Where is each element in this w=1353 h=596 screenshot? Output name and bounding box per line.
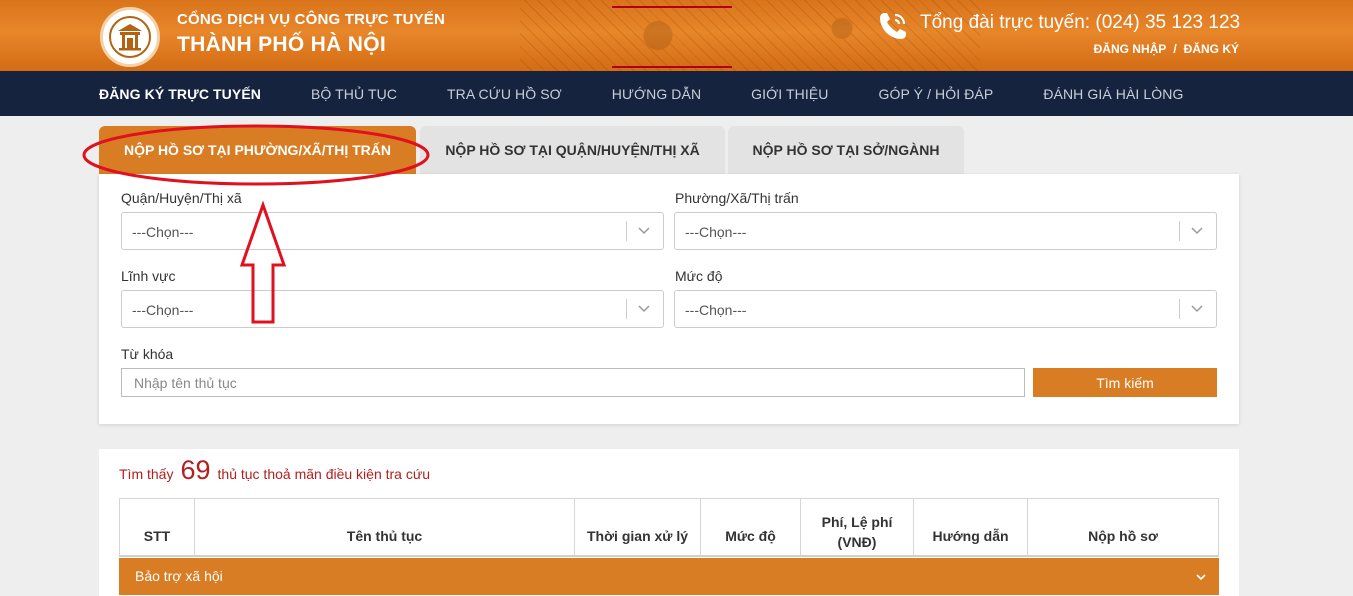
level-label: Mức độ <box>675 268 723 284</box>
chevron-down-icon <box>638 227 650 235</box>
nav-item-about[interactable]: GIỚI THIỆU <box>751 86 828 102</box>
select-divider <box>1179 221 1180 241</box>
nav-item-feedback[interactable]: GÓP Ý / HỎI ĐÁP <box>878 86 993 102</box>
select-divider <box>626 221 627 241</box>
chevron-down-icon <box>1191 305 1203 313</box>
tab-ward-submission[interactable]: NỘP HỒ SƠ TẠI PHƯỜNG/XÃ/THỊ TRẤN <box>99 126 416 174</box>
table-header: STT Tên thủ tục Thời gian xử lý Mức độ P… <box>119 498 1219 557</box>
col-header-processing-time: Thời gian xử lý <box>575 499 701 556</box>
results-section: Tìm thấy 69 thủ tục thoả mãn điều kiện t… <box>99 449 1239 596</box>
nav-item-guide[interactable]: HƯỚNG DẪN <box>612 86 701 102</box>
results-count: 69 <box>180 455 211 485</box>
select-divider <box>1179 299 1180 319</box>
district-select-value: ---Chọn--- <box>132 224 194 240</box>
col-header-stt: STT <box>120 499 195 556</box>
tab-district-submission[interactable]: NỘP HỒ SƠ TẠI QUẬN/HUYỆN/THỊ XÃ <box>420 126 725 174</box>
nav-item-register-online[interactable]: ĐĂNG KÝ TRỰC TUYẾN <box>99 86 261 102</box>
select-divider <box>626 299 627 319</box>
auth-links: ĐĂNG NHẬP / ĐĂNG KÝ <box>1094 42 1239 56</box>
login-link[interactable]: ĐĂNG NHẬP <box>1094 42 1167 56</box>
auth-separator: / <box>1173 42 1177 56</box>
col-header-level: Mức độ <box>701 499 801 556</box>
col-header-submit: Nộp hồ sơ <box>1088 528 1158 544</box>
ward-select-value: ---Chọn--- <box>685 224 747 240</box>
chevron-down-icon <box>1191 227 1203 235</box>
results-suffix: thủ tục thoả mãn điều kiện tra cứu <box>217 466 431 482</box>
header-decor-line <box>612 6 732 8</box>
results-count-text: Tìm thấy 69 thủ tục thoả mãn điều kiện t… <box>119 455 430 486</box>
col-header-procedure-name: Tên thủ tục <box>195 499 575 556</box>
nav-item-procedures[interactable]: BỘ THỦ TỤC <box>311 86 397 102</box>
phone-icon <box>880 13 906 39</box>
keyword-label: Từ khóa <box>121 346 174 362</box>
nav-item-lookup[interactable]: TRA CỨU HỒ SƠ <box>447 86 562 102</box>
district-label: Quận/Huyện/Thị xã <box>121 190 242 206</box>
main-nav: ĐĂNG KÝ TRỰC TUYẾN BỘ THỦ TỤC TRA CỨU HỒ… <box>0 71 1353 116</box>
chevron-down-icon <box>1196 574 1206 581</box>
hanoi-emblem-icon[interactable] <box>100 7 160 67</box>
field-select[interactable]: ---Chọn--- <box>121 290 664 328</box>
tab-department-submission[interactable]: NỘP HỒ SƠ TẠI SỞ/NGÀNH <box>728 126 964 174</box>
level-select[interactable]: ---Chọn--- <box>674 290 1217 328</box>
col-header-guide: Hướng dẫn <box>914 499 1028 556</box>
register-link[interactable]: ĐĂNG KÝ <box>1184 42 1239 56</box>
search-filter-panel: Quận/Huyện/Thị xã ---Chọn--- Phường/Xã/T… <box>99 174 1239 424</box>
ward-select[interactable]: ---Chọn--- <box>674 212 1217 250</box>
field-label: Lĩnh vực <box>121 268 176 284</box>
hotline-text: Tổng đài trực tuyến: (024) 35 123 123 <box>920 12 1241 33</box>
col-header-fee: Phí, Lệ phí (VNĐ) <box>801 499 914 556</box>
group-label: Bảo trợ xã hội <box>135 568 223 584</box>
site-title-line1: CỔNG DỊCH VỤ CÔNG TRỰC TUYẾN <box>177 11 446 28</box>
group-row-social-protection[interactable]: Bảo trợ xã hội <box>119 558 1219 595</box>
results-prefix: Tìm thấy <box>119 466 174 482</box>
nav-item-satisfaction[interactable]: ĐÁNH GIÁ HÀI LÒNG <box>1043 86 1183 102</box>
ward-label: Phường/Xã/Thị trấn <box>675 190 799 206</box>
level-select-value: ---Chọn--- <box>685 302 747 318</box>
site-header: CỔNG DỊCH VỤ CÔNG TRỰC TUYẾN THÀNH PHỐ H… <box>0 0 1353 71</box>
keyword-input[interactable] <box>121 368 1025 397</box>
header-pattern <box>520 0 980 71</box>
district-select[interactable]: ---Chọn--- <box>121 212 664 250</box>
field-select-value: ---Chọn--- <box>132 302 194 318</box>
search-button[interactable]: Tìm kiếm <box>1033 368 1217 397</box>
chevron-down-icon <box>638 305 650 313</box>
site-title-line2: THÀNH PHỐ HÀ NỘI <box>177 33 386 56</box>
header-decor-line <box>612 66 732 68</box>
